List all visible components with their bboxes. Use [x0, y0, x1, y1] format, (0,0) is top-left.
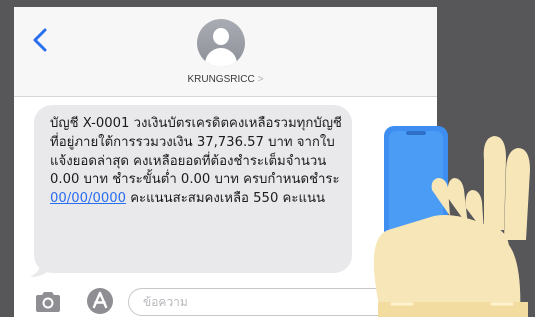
camera-icon[interactable]: [34, 291, 62, 313]
message-text: บัญชี X-0001 วงเงินบัตรเครดิตคงเหลือรวมท…: [34, 105, 352, 273]
chevron-left-icon[interactable]: [30, 27, 52, 53]
contact-name-button[interactable]: KRUNGSRICC >: [14, 74, 437, 85]
chevron-right-icon: >: [257, 74, 264, 85]
message-text-part-2: คะแนนสะสมคงเหลือ 550 คะแนน: [126, 191, 325, 207]
due-date-link[interactable]: 00/00/0000: [50, 191, 126, 206]
conversation-header: KRUNGSRICC >: [14, 7, 437, 97]
message-bubble[interactable]: บัญชี X-0001 วงเงินบัตรเครดิตคงเหลือรวมท…: [30, 105, 362, 277]
message-text-part-1: บัญชี X-0001 วงเงินบัตรเครดิตคงเหลือรวมท…: [50, 116, 342, 188]
contact-name: KRUNGSRICC: [187, 74, 255, 85]
hand-holding-phone-illustration: [373, 126, 530, 317]
app-store-icon[interactable]: [86, 287, 114, 315]
person-avatar-icon[interactable]: [197, 19, 245, 67]
